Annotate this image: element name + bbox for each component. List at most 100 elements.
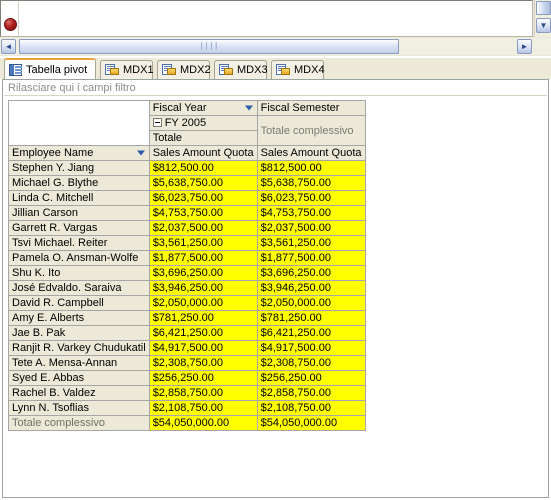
cell-value-2: $2,308,750.00 — [256, 355, 366, 371]
pivot-measure-row: Employee Name Sales Amount Quota Sales A… — [8, 145, 366, 161]
column-field-fiscal-semester[interactable]: Fiscal Semester — [256, 100, 366, 116]
cell-value-2: $812,500.00 — [256, 160, 366, 176]
cell-value-1: $2,108,750.00 — [148, 400, 258, 416]
column-subtotal-label: Totale — [148, 130, 258, 146]
cell-value-2: $6,023,750.00 — [256, 190, 366, 206]
cell-value-1: $812,500.00 — [148, 160, 258, 176]
scroll-left-icon[interactable]: ◄ — [1, 39, 16, 54]
editor-gutter[interactable] — [2, 2, 19, 36]
table-row: Jae B. Pak $6,421,250.00 $6,421,250.00 — [8, 325, 366, 341]
cell-value-2: $6,421,250.00 — [256, 325, 366, 341]
editor-text-area[interactable]: /* Applying a calculation to the subcube… — [0, 0, 533, 37]
tab-label: MDX1 — [123, 64, 154, 76]
row-member-label[interactable]: Linda C. Mitchell — [8, 190, 150, 206]
row-member-label[interactable]: Amy E. Alberts — [8, 310, 150, 326]
tab-tabella-pivot[interactable]: Tabella pivot — [4, 58, 96, 79]
cell-value-1: $1,877,500.00 — [148, 250, 258, 266]
cell-value-2: $5,638,750.00 — [256, 175, 366, 191]
row-member-label[interactable]: David R. Campbell — [8, 295, 150, 311]
row-field-label: Employee Name — [12, 147, 94, 159]
mdx-script-icon — [162, 64, 176, 76]
cell-value-2: $4,917,500.00 — [256, 340, 366, 356]
pivot-table-icon — [9, 63, 22, 76]
table-row: Garrett R. Vargas $2,037,500.00 $2,037,500… — [8, 220, 366, 236]
pivot-table-pane: Rilasciare qui i campi filtro Fiscal Yea… — [2, 79, 549, 498]
cell-value-1: $4,753,750.00 — [148, 205, 258, 221]
row-member-label[interactable]: Syed E. Abbas — [8, 370, 150, 386]
cell-value-2: $3,561,250.00 — [256, 235, 366, 251]
cell-value-2: $3,696,250.00 — [256, 265, 366, 281]
cell-value-2: $2,858,750.00 — [256, 385, 366, 401]
row-member-label[interactable]: Garrett R. Vargas — [8, 220, 150, 236]
table-row: Michael G. Blythe $5,638,750.00 $5,638,750… — [8, 175, 366, 191]
mdx-script-icon — [276, 64, 290, 76]
grand-total-row-label: Totale complessivo — [8, 415, 150, 431]
filter-drop-zone[interactable]: Rilasciare qui i campi filtro — [4, 81, 547, 96]
cell-value-2: $256,250.00 — [256, 370, 366, 386]
column-member-fy-2005[interactable]: FY 2005 — [148, 115, 258, 131]
cell-value-1: $3,696,250.00 — [148, 265, 258, 281]
table-row: Tete A. Mensa-Annan $2,308,750.00 $2,308,7… — [8, 355, 366, 371]
row-member-label[interactable]: Jae B. Pak — [8, 325, 150, 341]
editor-horizontal-scrollbar[interactable]: ◄ |||| ► — [0, 38, 551, 55]
row-member-label[interactable]: Rachel B. Valdez — [8, 385, 150, 401]
table-row: Jillian Carson $4,753,750.00 $4,753,750.00 — [8, 205, 366, 221]
pivot-data-rows: Stephen Y. Jiang $812,500.00 $812,500.00 Mi… — [8, 160, 366, 416]
vertical-scrollbar-thumb[interactable] — [536, 1, 551, 15]
cell-value-1: $2,050,000.00 — [148, 295, 258, 311]
row-member-label[interactable]: Ranjit R. Varkey Chudukatil — [8, 340, 150, 356]
breakpoint-dot-icon[interactable] — [4, 18, 17, 31]
tab-mdx1[interactable]: MDX1 — [100, 60, 154, 79]
table-row: Shu K. Ito $3,696,250.00 $3,696,250.00 — [8, 265, 366, 281]
table-row: Pamela O. Ansman-Wolfe $1,877,500.00 $1,87… — [8, 250, 366, 266]
table-row: Linda C. Mitchell $6,023,750.00 $6,023,750… — [8, 190, 366, 206]
pivot-column-dimension-row: Fiscal Year Fiscal Semester — [8, 100, 366, 146]
editor-code[interactable]: /* Applying a calculation to the subcube… — [20, 2, 531, 36]
row-member-label[interactable]: José Edvaldo. Saraiva — [8, 280, 150, 296]
chevron-down-icon[interactable] — [244, 105, 253, 111]
tab-mdx4[interactable]: MDX4 — [271, 60, 325, 79]
row-member-label[interactable]: Shu K. Ito — [8, 265, 150, 281]
horizontal-scrollbar-thumb[interactable]: |||| — [19, 39, 399, 54]
table-row: Syed E. Abbas $256,250.00 $256,250.00 — [8, 370, 366, 386]
row-member-label[interactable]: Tete A. Mensa-Annan — [8, 355, 150, 371]
row-member-label[interactable]: Michael G. Blythe — [8, 175, 150, 191]
scroll-right-icon[interactable]: ► — [517, 39, 532, 54]
pivot-table: Fiscal Year Fiscal Semester FY 2005 Tota… — [8, 100, 366, 431]
cell-value-2: $2,037,500.00 — [256, 220, 366, 236]
collapse-box-icon[interactable] — [152, 118, 162, 127]
tab-label: MDX4 — [294, 64, 325, 76]
table-row: José Edvaldo. Saraiva $3,946,250.00 $3,946… — [8, 280, 366, 296]
grand-total-column-header: Totale complessivo — [256, 115, 366, 146]
cell-value-1: $2,037,500.00 — [148, 220, 258, 236]
cell-value-1: $4,917,500.00 — [148, 340, 258, 356]
column-member-label: FY 2005 — [164, 117, 207, 129]
tab-mdx3[interactable]: MDX3 — [214, 60, 268, 79]
cell-value-2: $781,250.00 — [256, 310, 366, 326]
scroll-down-icon[interactable]: ▼ — [536, 18, 551, 33]
column-field-label: Fiscal Semester — [260, 102, 340, 114]
column-field-label: Fiscal Year — [152, 102, 207, 114]
editor-vertical-scrollbar[interactable]: ▼ — [534, 0, 551, 37]
grand-total-value-2: $54,050,000.00 — [256, 415, 366, 431]
row-member-label[interactable]: Tsvi Michael. Reiter — [8, 235, 150, 251]
row-member-label[interactable]: Jillian Carson — [8, 205, 150, 221]
row-field-employee-name[interactable]: Employee Name — [8, 145, 150, 161]
cell-value-2: $3,946,250.00 — [256, 280, 366, 296]
mdx-script-icon — [219, 64, 233, 76]
column-field-fiscal-year[interactable]: Fiscal Year — [148, 100, 258, 116]
measure-header-1: Sales Amount Quota — [148, 145, 258, 161]
row-member-label[interactable]: Stephen Y. Jiang — [8, 160, 150, 176]
row-member-label[interactable]: Pamela O. Ansman-Wolfe — [8, 250, 150, 266]
chevron-down-icon[interactable] — [136, 150, 145, 156]
table-row: Ranjit R. Varkey Chudukatil $4,917,500.00… — [8, 340, 366, 356]
row-member-label[interactable]: Lynn N. Tsoflias — [8, 400, 150, 416]
cell-value-2: $4,753,750.00 — [256, 205, 366, 221]
grand-total-value-1: $54,050,000.00 — [148, 415, 258, 431]
table-row: Lynn N. Tsoflias $2,108,750.00 $2,108,750.… — [8, 400, 366, 416]
table-row: Stephen Y. Jiang $812,500.00 $812,500.00 — [8, 160, 366, 176]
cell-value-1: $3,561,250.00 — [148, 235, 258, 251]
grand-total-row: Totale complessivo $54,050,000.00 $54,05… — [8, 415, 366, 431]
tab-mdx2[interactable]: MDX2 — [157, 60, 211, 79]
cell-value-1: $781,250.00 — [148, 310, 258, 326]
